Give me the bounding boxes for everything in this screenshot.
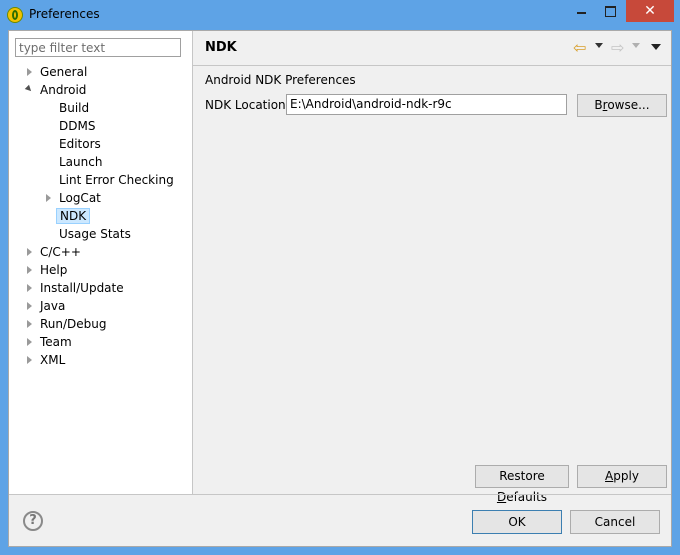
- view-menu-icon[interactable]: [651, 44, 661, 50]
- eclipse-app-icon: [7, 7, 23, 23]
- tree-item-ddms[interactable]: DDMS: [9, 118, 191, 134]
- cancel-button[interactable]: Cancel: [570, 510, 660, 534]
- tree-item-label: NDK: [56, 208, 91, 224]
- tree-item-editors[interactable]: Editors: [9, 136, 191, 152]
- tree-item-android[interactable]: Android: [9, 82, 191, 98]
- help-icon[interactable]: ?: [23, 511, 43, 531]
- tree-item-general[interactable]: General: [9, 64, 191, 80]
- ndk-location-label: NDK Location: [205, 98, 286, 112]
- tree-item-label: DDMS: [59, 119, 96, 133]
- tree-item-label: XML: [40, 353, 66, 367]
- maximize-button[interactable]: [597, 0, 624, 22]
- tree-item-label: Java: [40, 299, 66, 313]
- back-arrow-icon[interactable]: ⇦: [573, 40, 586, 56]
- title-bar[interactable]: Preferences ✕: [0, 0, 680, 30]
- tree-item-usage-stats[interactable]: Usage Stats: [9, 226, 191, 242]
- collapsed-arrow-icon[interactable]: [44, 193, 53, 202]
- collapsed-arrow-icon[interactable]: [25, 247, 34, 256]
- back-history-dropdown-icon[interactable]: [595, 43, 603, 48]
- tree-item-label: Build: [59, 101, 90, 115]
- restore-defaults-button[interactable]: Restore Defaults: [475, 465, 569, 504]
- expanded-arrow-icon[interactable]: [25, 85, 34, 94]
- forward-history-dropdown-icon[interactable]: [632, 43, 640, 48]
- apply-button[interactable]: Apply: [577, 465, 667, 488]
- tree-item-label: Run/Debug: [40, 317, 107, 331]
- footer-divider: [9, 494, 671, 495]
- preference-page: NDK ⇦ ⇨ Android NDK Preferences NDK Loca…: [193, 31, 671, 504]
- tree-item-lint-error-checking[interactable]: Lint Error Checking: [9, 172, 191, 188]
- collapsed-arrow-icon[interactable]: [25, 337, 34, 346]
- collapsed-arrow-icon[interactable]: [25, 301, 34, 310]
- ndk-location-field[interactable]: E:\Android\android-ndk-r9c: [286, 94, 567, 115]
- tree-item-run-debug[interactable]: Run/Debug: [9, 316, 191, 332]
- minimize-button[interactable]: [568, 0, 595, 22]
- tree-item-label: LogCat: [59, 191, 101, 205]
- filter-input[interactable]: [15, 38, 181, 57]
- tree-item-team[interactable]: Team: [9, 334, 191, 350]
- tree-item-logcat[interactable]: LogCat: [9, 190, 191, 206]
- tree-item-label: Lint Error Checking: [59, 173, 174, 187]
- tree-item-install-update[interactable]: Install/Update: [9, 280, 191, 296]
- tree-item-xml[interactable]: XML: [9, 352, 191, 368]
- tree-item-label: Android: [40, 83, 87, 97]
- tree-item-help[interactable]: Help: [9, 262, 191, 278]
- ok-button[interactable]: OK: [472, 510, 562, 534]
- tree-item-label: Launch: [59, 155, 103, 169]
- page-title: NDK: [205, 40, 237, 55]
- tree-item-label: C/C++: [40, 245, 81, 259]
- browse-button[interactable]: Browse...: [577, 94, 667, 117]
- collapsed-arrow-icon[interactable]: [25, 283, 34, 292]
- close-button[interactable]: ✕: [626, 0, 674, 22]
- tree-item-build[interactable]: Build: [9, 100, 191, 116]
- collapsed-arrow-icon[interactable]: [25, 355, 34, 364]
- tree-item-label: Install/Update: [40, 281, 124, 295]
- collapsed-arrow-icon[interactable]: [25, 67, 34, 76]
- collapsed-arrow-icon[interactable]: [25, 265, 34, 274]
- tree-item-label: Editors: [59, 137, 101, 151]
- preferences-window: Preferences ✕ General Android Build DDMS Edi…: [0, 0, 680, 555]
- header-divider: [193, 65, 671, 66]
- tree-item-label: Help: [40, 263, 68, 277]
- tree-item-label: Team: [40, 335, 72, 349]
- window-title: Preferences: [29, 7, 100, 21]
- tree-item-launch[interactable]: Launch: [9, 154, 191, 170]
- tree-item-c-c-[interactable]: C/C++: [9, 244, 191, 260]
- preference-tree-pane: General Android Build DDMS Editors Launch Lint…: [9, 31, 193, 494]
- tree-item-java[interactable]: Java: [9, 298, 191, 314]
- tree-item-label: General: [40, 65, 88, 79]
- forward-arrow-icon[interactable]: ⇨: [611, 40, 624, 56]
- collapsed-arrow-icon[interactable]: [25, 319, 34, 328]
- dialog-body: General Android Build DDMS Editors Launch Lint…: [8, 30, 672, 547]
- tree-item-label: Usage Stats: [59, 227, 131, 241]
- section-label: Android NDK Preferences: [205, 73, 356, 87]
- tree-item-ndk[interactable]: NDK: [9, 208, 191, 224]
